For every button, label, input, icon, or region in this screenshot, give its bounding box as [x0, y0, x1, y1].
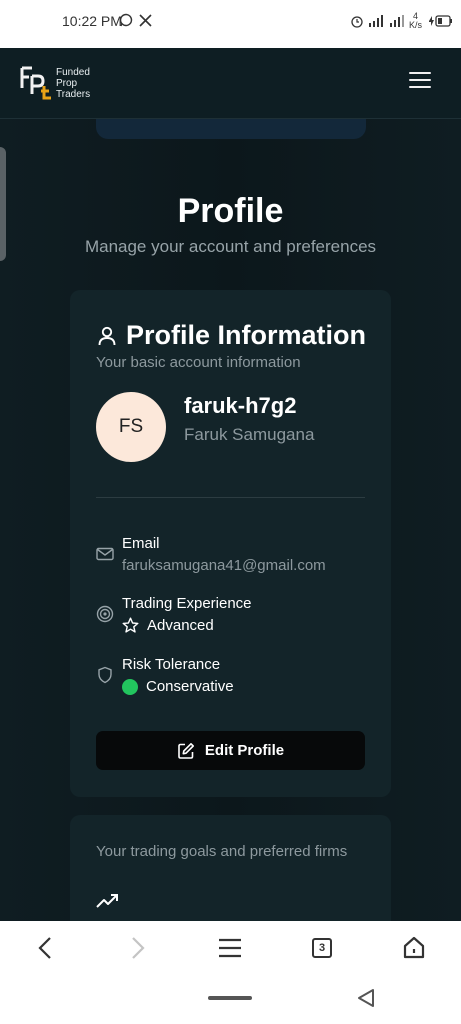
browser-menu-button[interactable] [215, 933, 245, 963]
risk-tolerance-row: Risk Tolerance Conservative [96, 656, 376, 700]
net-speed: 4 K/s [408, 11, 422, 30]
username: faruk-h7g2 [184, 393, 297, 418]
system-navigation-bar [0, 974, 461, 1024]
browser-toolbar: 3 [0, 921, 461, 974]
trading-experience-label: Trading Experience [122, 595, 252, 612]
profile-information-card: Profile Information Your basic account i… [70, 290, 391, 797]
back-triangle-icon[interactable] [357, 988, 375, 1008]
edit-profile-label: Edit Profile [204, 742, 285, 759]
status-indicators: 4 K/s [350, 12, 453, 30]
browser-back-button[interactable] [31, 933, 61, 963]
edit-icon [178, 742, 194, 759]
email-row: Email faruksamugana41@gmail.com [96, 535, 376, 579]
page-title: Profile [177, 192, 284, 230]
divider [96, 497, 365, 498]
mail-icon [96, 547, 114, 561]
home-icon [403, 936, 425, 959]
shield-icon [98, 666, 112, 684]
card-description: Your basic account information [96, 354, 301, 371]
user-icon [98, 326, 116, 345]
logo-mark [20, 64, 52, 102]
logo-text: Funded Prop Traders [56, 66, 91, 100]
status-time: 10:22 PM [62, 13, 122, 29]
card-title: Profile Information [126, 320, 367, 350]
risk-tolerance-value: Conservative [146, 678, 234, 695]
x-icon [139, 14, 152, 27]
full-name: Faruk Samugana [184, 425, 315, 444]
trading-goals-card: Your trading goals and preferred firms [70, 815, 391, 921]
alarm-icon [351, 16, 363, 28]
trading-experience-value: Advanced [147, 617, 214, 634]
target-icon [96, 605, 114, 623]
edit-profile-button[interactable]: Edit Profile [96, 731, 365, 770]
home-gesture-pill[interactable] [208, 996, 252, 1000]
browser-tabs-button[interactable]: 3 [307, 933, 337, 963]
status-dot-icon [122, 678, 138, 695]
signal-icon-2 [389, 15, 404, 27]
menu-icon [219, 938, 241, 958]
previous-section-edge [96, 119, 366, 139]
email-value: faruksamugana41@gmail.com [122, 557, 326, 574]
main-content: Profile Manage your account and preferen… [0, 119, 461, 921]
app-header: Funded Prop Traders [0, 48, 461, 119]
page-subtitle: Manage your account and preferences [84, 237, 377, 256]
hamburger-menu-icon[interactable] [409, 72, 431, 92]
trading-experience-value-row: Advanced [122, 617, 214, 634]
trading-experience-row: Trading Experience Advanced [96, 595, 376, 639]
whatsapp-icon [119, 13, 133, 27]
email-label: Email [122, 535, 160, 552]
risk-tolerance-value-row: Conservative [122, 678, 234, 695]
tabs-count: 3 [312, 938, 332, 958]
battery-icon [429, 15, 452, 27]
avatar: FS [96, 392, 166, 462]
chevron-left-icon [38, 937, 51, 959]
risk-tolerance-label: Risk Tolerance [122, 656, 221, 673]
browser-home-button[interactable] [399, 933, 429, 963]
star-icon [122, 617, 139, 633]
browser-forward-button[interactable] [122, 933, 152, 963]
trading-goals-description: Your trading goals and preferred firms [96, 843, 348, 860]
logo[interactable]: Funded Prop Traders [20, 64, 90, 102]
signal-icon [368, 15, 383, 27]
card-title-row: Profile Information [96, 320, 366, 351]
status-bar: 10:22 PM 4 K/s [0, 0, 461, 48]
chevron-right-icon [132, 937, 145, 959]
trending-up-icon [96, 894, 118, 908]
status-app-icons [119, 13, 152, 28]
